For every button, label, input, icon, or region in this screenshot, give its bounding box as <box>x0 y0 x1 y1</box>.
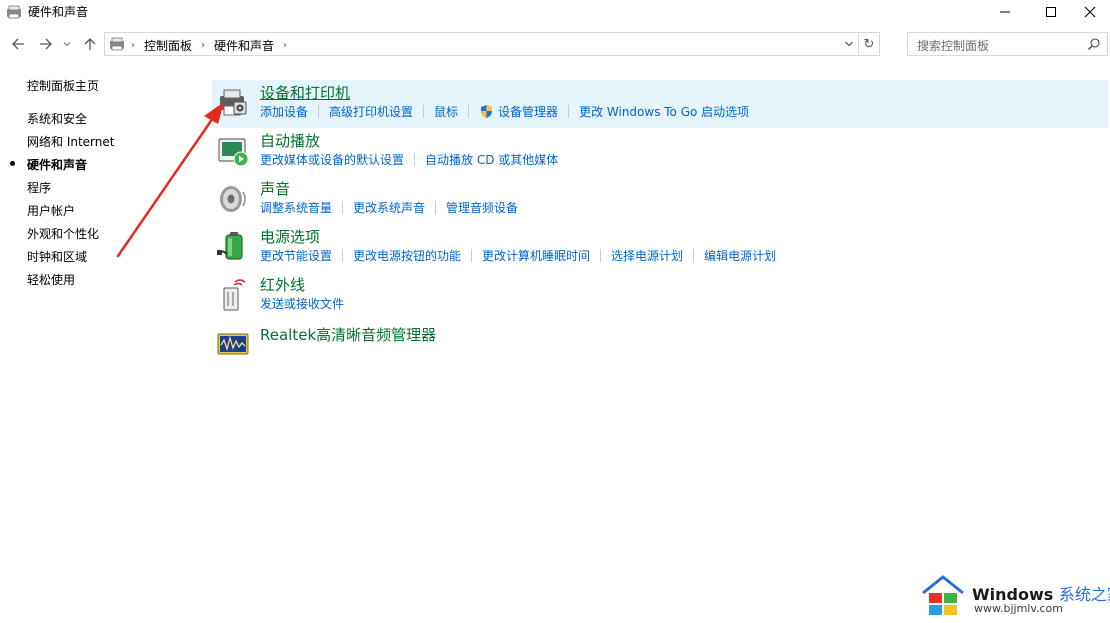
uac-shield-icon <box>481 105 493 118</box>
search-placeholder: 搜索控制面板 <box>917 39 990 53</box>
current-item-bullet <box>10 161 15 166</box>
category-autoplay: 自动播放 更改媒体或设备的默认设置 自动播放 CD 或其他媒体 <box>212 128 1108 176</box>
sidebar-item-programs[interactable]: 程序 <box>27 179 51 196</box>
forward-arrow-icon <box>40 38 52 50</box>
window-title: 硬件和声音 <box>28 5 89 19</box>
choose-power-plan-link[interactable]: 选择电源计划 <box>611 247 683 264</box>
search-input[interactable]: 搜索控制面板 <box>907 32 1108 56</box>
advanced-printer-setup-link[interactable]: 高级打印机设置 <box>329 103 413 120</box>
up-button[interactable] <box>80 34 100 54</box>
category-links: 添加设备 高级打印机设置 鼠标 设备管理器 更改 Windows To Go 启… <box>260 103 749 120</box>
navigation-bar: › 控制面板 › 硬件和声音 › ↻ 搜索控制面板 <box>0 30 1110 58</box>
category-links: 更改节能设置 更改电源按钮的功能 更改计算机睡眠时间 选择电源计划 编辑电源计划 <box>260 247 776 264</box>
category-links: 发送或接收文件 <box>260 295 344 312</box>
category-title[interactable]: 电源选项 <box>260 226 320 247</box>
watermark-url: www.bjjmlv.com <box>974 602 1063 615</box>
breadcrumb-separator-icon[interactable]: › <box>201 40 205 51</box>
autoplay-icon[interactable] <box>216 134 250 168</box>
maximize-button[interactable] <box>1028 0 1074 24</box>
link-divider <box>414 153 416 166</box>
forward-button[interactable] <box>36 34 56 54</box>
category-realtek: Realtek高清晰音频管理器 <box>212 320 1108 368</box>
watermark: Windows 系统之家 www.bjjmlv.com <box>918 573 1110 619</box>
category-sound: 声音 调整系统音量 更改系统声音 管理音频设备 <box>212 176 1108 224</box>
maximize-icon <box>1046 7 1056 17</box>
windows-to-go-link[interactable]: 更改 Windows To Go 启动选项 <box>579 103 749 120</box>
change-media-defaults-link[interactable]: 更改媒体或设备的默认设置 <box>260 151 404 168</box>
breadcrumb: › 控制面板 › 硬件和声音 › <box>131 37 296 54</box>
chevron-down-icon <box>845 41 853 47</box>
change-power-saving-link[interactable]: 更改节能设置 <box>260 247 332 264</box>
sleep-time-link[interactable]: 更改计算机睡眠时间 <box>482 247 590 264</box>
device-manager-link[interactable]: 设备管理器 <box>498 103 558 120</box>
title-bar: 硬件和声音 <box>0 0 1110 24</box>
mouse-link[interactable]: 鼠标 <box>434 103 458 120</box>
realtek-audio-icon[interactable] <box>216 328 250 362</box>
refresh-button[interactable]: ↻ <box>858 33 879 55</box>
infrared-icon[interactable] <box>216 278 250 312</box>
send-receive-files-link[interactable]: 发送或接收文件 <box>260 295 344 312</box>
category-title[interactable]: Realtek高清晰音频管理器 <box>260 324 436 345</box>
address-bar[interactable]: › 控制面板 › 硬件和声音 › ↻ <box>104 32 880 56</box>
close-button[interactable] <box>1070 0 1110 24</box>
chevron-down-icon <box>63 42 71 47</box>
category-title[interactable]: 自动播放 <box>260 130 320 151</box>
up-arrow-icon <box>84 38 96 50</box>
link-divider <box>423 105 425 118</box>
sidebar-item-home[interactable]: 控制面板主页 <box>27 77 99 94</box>
manage-audio-devices-link[interactable]: 管理音频设备 <box>446 199 518 216</box>
breadcrumb-separator-icon[interactable]: › <box>131 40 135 51</box>
breadcrumb-item[interactable]: 控制面板 <box>144 37 192 54</box>
link-divider <box>600 249 602 262</box>
category-title[interactable]: 红外线 <box>260 274 305 295</box>
edit-power-plan-link[interactable]: 编辑电源计划 <box>704 247 776 264</box>
back-arrow-icon <box>12 38 24 50</box>
sidebar-item-ease-of-access[interactable]: 轻松使用 <box>27 271 75 288</box>
category-title[interactable]: 声音 <box>260 178 290 199</box>
add-device-link[interactable]: 添加设备 <box>260 103 308 120</box>
link-divider <box>342 249 344 262</box>
link-divider <box>435 201 437 214</box>
sidebar-item-network[interactable]: 网络和 Internet <box>27 133 114 150</box>
printer-icon[interactable] <box>216 86 250 120</box>
link-divider <box>318 105 320 118</box>
refresh-icon: ↻ <box>863 36 875 52</box>
category-links: 调整系统音量 更改系统声音 管理音频设备 <box>260 199 518 216</box>
control-panel-icon <box>110 37 124 51</box>
category-devices-printers: 设备和打印机 添加设备 高级打印机设置 鼠标 设备管理器 更改 Windows … <box>212 80 1108 128</box>
category-infrared: 红外线 发送或接收文件 <box>212 272 1108 320</box>
link-divider <box>568 105 570 118</box>
link-divider <box>693 249 695 262</box>
power-button-function-link[interactable]: 更改电源按钮的功能 <box>353 247 461 264</box>
link-divider <box>468 105 470 118</box>
adjust-volume-link[interactable]: 调整系统音量 <box>260 199 332 216</box>
address-dropdown-button[interactable] <box>841 36 857 52</box>
sidebar-item-system-security[interactable]: 系统和安全 <box>27 110 87 127</box>
battery-icon[interactable] <box>216 230 250 264</box>
close-icon <box>1084 6 1096 18</box>
category-links: 更改媒体或设备的默认设置 自动播放 CD 或其他媒体 <box>260 151 558 168</box>
sidebar-item-user-accounts[interactable]: 用户帐户 <box>27 202 75 219</box>
sidebar-item-appearance[interactable]: 外观和个性化 <box>27 225 99 242</box>
link-divider <box>471 249 473 262</box>
breadcrumb-item[interactable]: 硬件和声音 <box>214 37 274 54</box>
sidebar-item-hardware-sound[interactable]: 硬件和声音 <box>27 156 87 173</box>
recent-locations-button[interactable] <box>60 34 74 54</box>
watermark-brand-cn: 系统之家 <box>1058 585 1110 604</box>
windows-logo-icon <box>922 575 964 615</box>
breadcrumb-separator-icon[interactable]: › <box>283 40 287 51</box>
autoplay-cd-link[interactable]: 自动播放 CD 或其他媒体 <box>425 151 558 168</box>
minimize-icon <box>1000 11 1010 13</box>
category-power-options: 电源选项 更改节能设置 更改电源按钮的功能 更改计算机睡眠时间 选择电源计划 编… <box>212 224 1108 272</box>
speaker-icon[interactable] <box>216 182 250 216</box>
sidebar-item-clock-region[interactable]: 时钟和区域 <box>27 248 87 265</box>
category-title[interactable]: 设备和打印机 <box>260 82 350 103</box>
back-button[interactable] <box>8 34 28 54</box>
control-panel-app-icon <box>7 5 21 19</box>
minimize-button[interactable] <box>982 0 1028 24</box>
search-icon[interactable] <box>1087 37 1101 51</box>
change-system-sounds-link[interactable]: 更改系统声音 <box>353 199 425 216</box>
link-divider <box>342 201 344 214</box>
